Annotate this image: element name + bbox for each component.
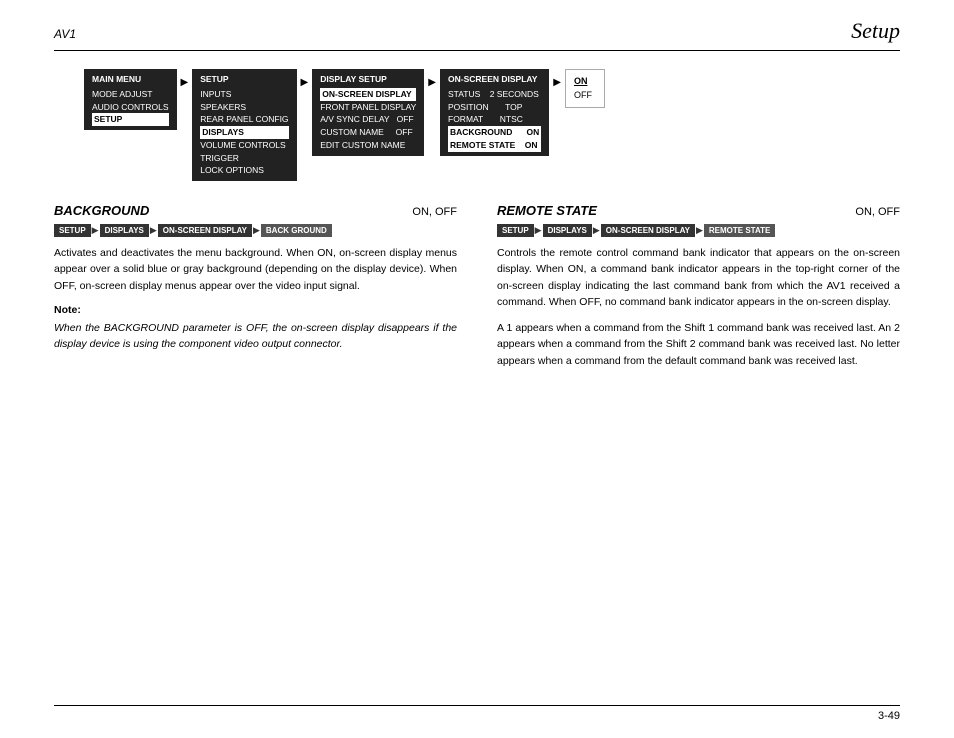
osd-position: POSITION TOP xyxy=(448,101,541,114)
osd-remote: REMOTE STATE ON xyxy=(448,139,541,152)
setup-volume: VOLUME CONTROLS xyxy=(200,139,288,152)
bg-bc-arrow3 xyxy=(253,225,260,236)
header: AV1 Setup xyxy=(54,18,900,51)
rs-bc-osd: ON-SCREEN DISPLAY xyxy=(601,224,695,237)
menu-item-audio: AUDIO CONTROLS xyxy=(92,101,169,114)
page: AV1 Setup MAIN MENU MODE ADJUST AUDIO CO… xyxy=(0,0,954,738)
setup-displays: DISPLAYS xyxy=(200,126,288,139)
remote-title: REMOTE STATE xyxy=(497,203,597,218)
osd-format: FORMAT NTSC xyxy=(448,113,541,126)
osd-box: ON-SCREEN DISPLAY STATUS 2 SECONDS POSIT… xyxy=(440,69,549,156)
arrow-4 xyxy=(549,77,565,88)
rs-bc-arrow3 xyxy=(696,225,703,236)
bg-bc-osd: ON-SCREEN DISPLAY xyxy=(158,224,252,237)
osd-title: ON-SCREEN DISPLAY xyxy=(448,73,541,86)
rs-bc-arrow1 xyxy=(535,225,542,236)
background-note-text: When the BACKGROUND parameter is OFF, th… xyxy=(54,320,457,353)
bg-bc-background: BACK GROUND xyxy=(261,224,332,237)
arrow-1 xyxy=(177,77,193,88)
background-breadcrumb: SETUP DISPLAYS ON-SCREEN DISPLAY BACK GR… xyxy=(54,224,457,237)
remote-state-section: REMOTE STATE ON, OFF SETUP DISPLAYS ON-S… xyxy=(497,203,900,379)
background-section: BACKGROUND ON, OFF SETUP DISPLAYS ON-SCR… xyxy=(54,203,457,379)
display-setup-box: DISPLAY SETUP ON-SCREEN DISPLAY FRONT PA… xyxy=(312,69,424,156)
remote-title-row: REMOTE STATE ON, OFF xyxy=(497,203,900,218)
display-setup-title: DISPLAY SETUP xyxy=(320,73,416,86)
bg-bc-arrow2 xyxy=(150,225,157,236)
header-left: AV1 xyxy=(54,27,76,41)
arrow-2 xyxy=(297,77,313,88)
osd-background: BACKGROUND ON xyxy=(448,126,541,139)
menu-diagram: MAIN MENU MODE ADJUST AUDIO CONTROLS SET… xyxy=(84,69,900,181)
header-right: Setup xyxy=(851,18,900,44)
arrow-3 xyxy=(424,77,440,88)
setup-title: SETUP xyxy=(200,73,288,86)
bg-bc-arrow1 xyxy=(92,225,99,236)
background-options: ON, OFF xyxy=(412,206,457,218)
setup-trigger: TRIGGER xyxy=(200,152,288,165)
display-front: FRONT PANEL DISPLAY xyxy=(320,101,416,114)
remote-breadcrumb: SETUP DISPLAYS ON-SCREEN DISPLAY REMOTE … xyxy=(497,224,900,237)
background-note-heading: Note: xyxy=(54,304,457,316)
footer: 3-49 xyxy=(54,705,900,722)
osd-status: STATUS 2 SECONDS xyxy=(448,88,541,101)
onoff-box: ON OFF xyxy=(565,69,605,108)
main-menu-box: MAIN MENU MODE ADJUST AUDIO CONTROLS SET… xyxy=(84,69,177,130)
bg-bc-displays: DISPLAYS xyxy=(100,224,149,237)
setup-speakers: SPEAKERS xyxy=(200,101,288,114)
on-option: ON xyxy=(574,74,596,88)
rs-bc-remote: REMOTE STATE xyxy=(704,224,775,237)
bg-bc-setup: SETUP xyxy=(54,224,91,237)
display-osd: ON-SCREEN DISPLAY xyxy=(320,88,416,101)
display-avsync: A/V SYNC DELAY OFF xyxy=(320,113,416,126)
menu-item-mode: MODE ADJUST xyxy=(92,88,169,101)
rs-bc-arrow2 xyxy=(593,225,600,236)
setup-box: SETUP INPUTS SPEAKERS REAR PANEL CONFIG … xyxy=(192,69,296,181)
remote-body2: A 1 appears when a command from the Shif… xyxy=(497,320,900,369)
display-custom: CUSTOM NAME OFF xyxy=(320,126,416,139)
rs-bc-setup: SETUP xyxy=(497,224,534,237)
page-number: 3-49 xyxy=(878,710,900,722)
remote-options: ON, OFF xyxy=(855,206,900,218)
remote-body1: Controls the remote control command bank… xyxy=(497,245,900,310)
background-body: Activates and deactivates the menu backg… xyxy=(54,245,457,294)
setup-inputs: INPUTS xyxy=(200,88,288,101)
setup-rear: REAR PANEL CONFIG xyxy=(200,113,288,126)
background-title-row: BACKGROUND ON, OFF xyxy=(54,203,457,218)
main-content: BACKGROUND ON, OFF SETUP DISPLAYS ON-SCR… xyxy=(54,203,900,379)
main-menu-title: MAIN MENU xyxy=(92,73,169,86)
display-edit: EDIT CUSTOM NAME xyxy=(320,139,416,152)
setup-lock: LOCK OPTIONS xyxy=(200,164,288,177)
background-title: BACKGROUND xyxy=(54,203,149,218)
off-option: OFF xyxy=(574,88,596,102)
rs-bc-displays: DISPLAYS xyxy=(543,224,592,237)
menu-item-setup: SETUP xyxy=(92,113,169,126)
